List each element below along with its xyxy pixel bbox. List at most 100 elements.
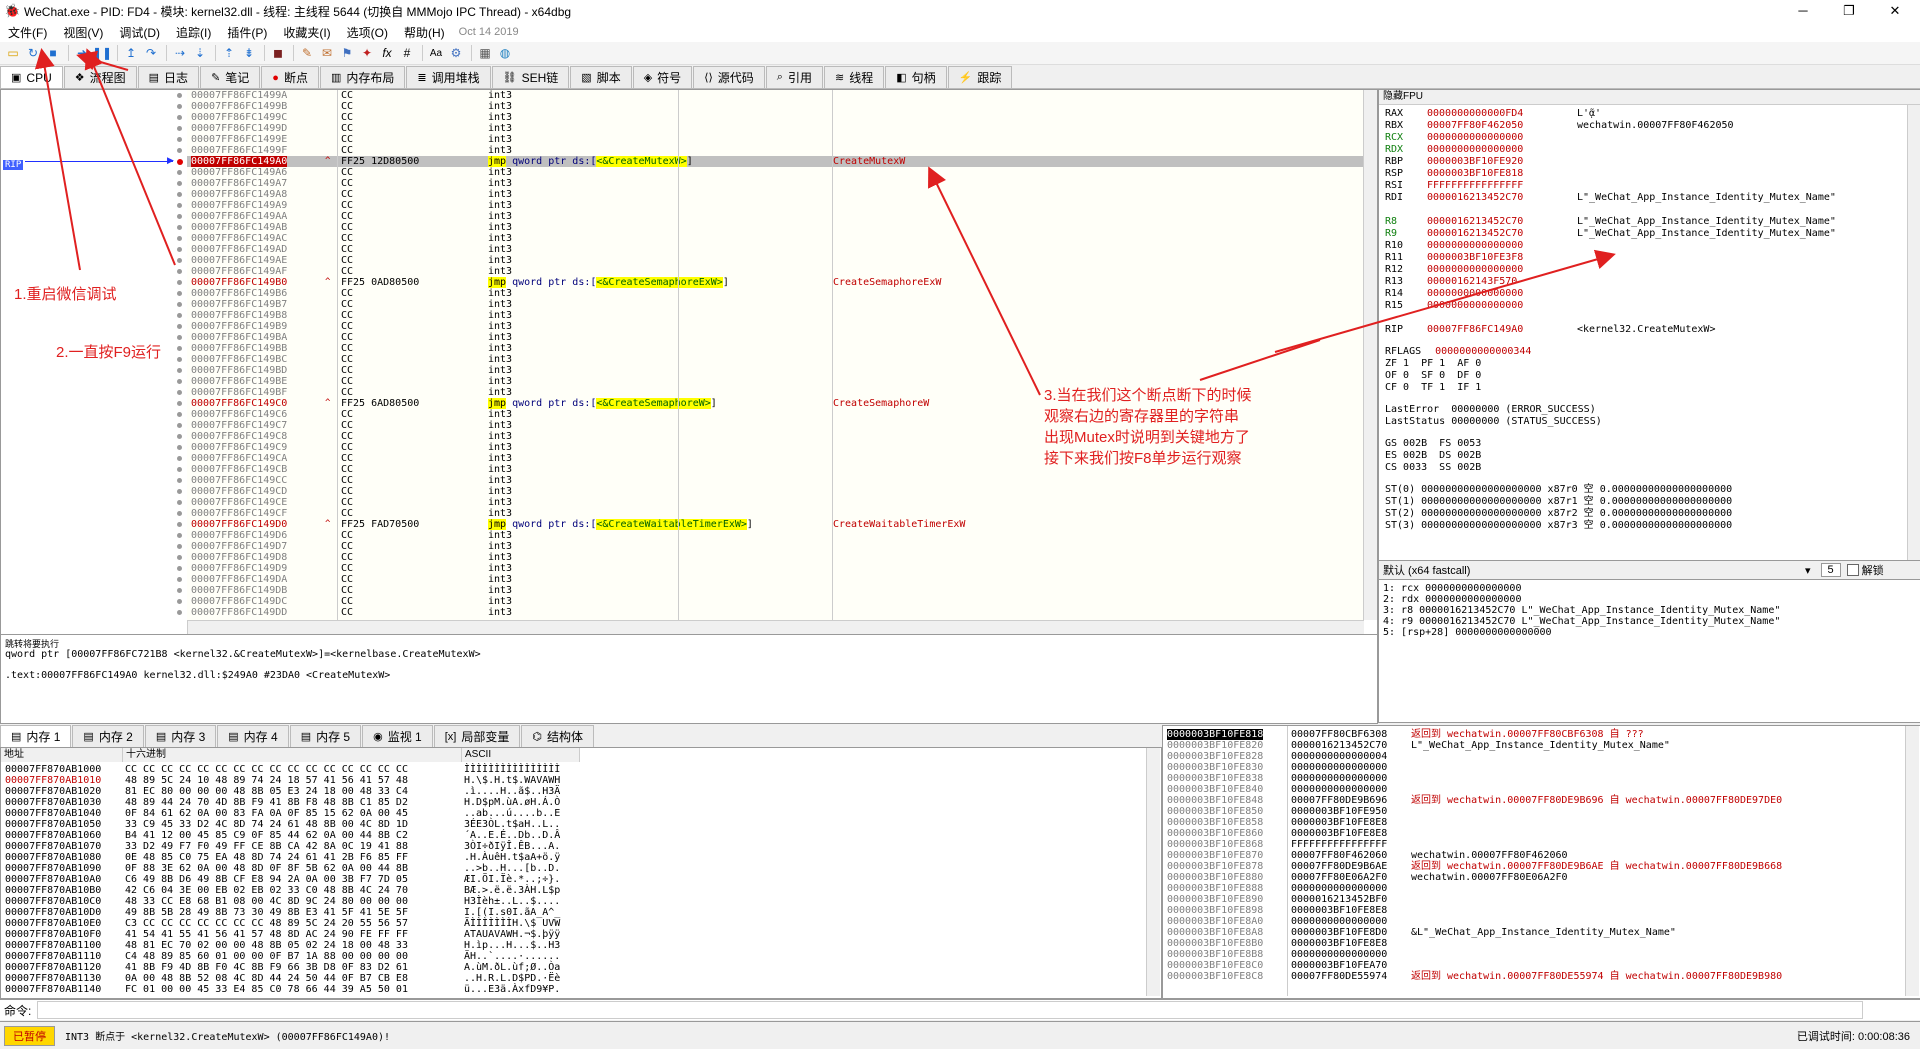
tab-memory-map[interactable]: ▥ 内存布局 — [319, 66, 406, 88]
register-row[interactable]: R12 0000000000000000 — [1385, 264, 1577, 275]
dump-hex[interactable]: 48 81 EC 70 02 00 00 48 8B 05 02 24 18 0… — [125, 940, 408, 951]
flags-row[interactable]: OF 0 SF 0 DF 0 — [1385, 370, 1481, 381]
breakpoint-slot[interactable] — [177, 170, 182, 175]
dump-hex[interactable]: 0F 88 3E 62 0A 00 48 8D 0F 8F 5B 62 0A 0… — [125, 863, 408, 874]
tab-seh[interactable]: ⛓ SEH链 — [491, 66, 570, 88]
disasm-row[interactable]: 00007FF86FC149A6 CC int3 — [187, 167, 1363, 178]
disasm-row[interactable]: 00007FF86FC1499A CC int3 — [187, 90, 1363, 101]
breakpoint-slot[interactable] — [177, 412, 182, 417]
disasm-row[interactable]: 00007FF86FC149DD CC int3 — [187, 607, 1363, 618]
disasm-row[interactable]: 00007FF86FC149AD CC int3 — [187, 244, 1363, 255]
disasm-row[interactable]: 00007FF86FC1499C CC int3 — [187, 112, 1363, 123]
dump-ascii[interactable]: ÆI.ÖI.Ïè.*..;÷}. — [464, 874, 560, 885]
disasm-row[interactable]: 00007FF86FC149B0 ^ FF25 0AD80500 jmp qword … — [187, 277, 1363, 288]
argument-row[interactable]: 1: rcx 0000000000000000 — [1383, 583, 1521, 594]
stack-value[interactable]: 00007FF80DE9B6AE — [1291, 861, 1387, 872]
run-icon[interactable]: ➜ — [73, 44, 91, 62]
stack-value[interactable]: 00007FF80DE55974 — [1291, 971, 1387, 982]
stack-value[interactable]: 0000000000000000 — [1291, 916, 1387, 927]
dump-ascii[interactable]: BÆ.>.ë.ë.3ÀH.L$p — [464, 885, 560, 896]
dump-tab[interactable]: ▤ 内存 3 — [144, 725, 217, 747]
menu-options[interactable]: 选项(O) — [339, 24, 396, 41]
dump-ascii[interactable]: ..>b..H...[b..D. — [464, 863, 560, 874]
breakpoint-slot[interactable] — [177, 368, 182, 373]
disasm-row[interactable]: 00007FF86FC149BA CC int3 — [187, 332, 1363, 343]
register-row[interactable]: RAX 0000000000000FD4 L'ᾷ' — [1385, 108, 1601, 119]
disasm-row[interactable]: 00007FF86FC149CC CC int3 — [187, 475, 1363, 486]
fpu-row[interactable]: ST(0) 00000000000000000000 x87r0 空 0.000… — [1385, 484, 1732, 495]
breakpoint-slot[interactable] — [177, 346, 182, 351]
unlock-checkbox[interactable] — [1846, 564, 1859, 576]
breakpoint-slot[interactable] — [177, 93, 182, 98]
stack-value[interactable]: 0000003BF10FE8E8 — [1291, 938, 1387, 949]
dump-ascii[interactable]: H.\$.H.t$.WAVAWH — [464, 775, 560, 786]
tab-script[interactable]: ▧ 脚本 — [570, 66, 632, 88]
fpu-row[interactable]: ST(3) 00000000000000000000 x87r3 空 0.000… — [1385, 520, 1732, 531]
disasm-row[interactable]: 00007FF86FC149AE CC int3 — [187, 255, 1363, 266]
disasm-row[interactable]: 00007FF86FC149B7 CC int3 — [187, 299, 1363, 310]
dump-hex[interactable]: C6 49 8B D6 49 8B CF E8 94 2A 0A 00 3B F… — [125, 874, 408, 885]
breakpoint-slot[interactable] — [177, 192, 182, 197]
stop-icon[interactable]: ■ — [44, 44, 62, 62]
dump-ascii[interactable]: ..ab...ú....b..E — [464, 808, 560, 819]
breakpoint-slot[interactable] — [177, 280, 182, 285]
stack-value[interactable]: 0000003BF10FE8E8 — [1291, 905, 1387, 916]
dump-ascii[interactable]: ÄH..`....·...... — [464, 951, 560, 962]
font-icon[interactable]: Aa — [427, 44, 445, 62]
menu-debug[interactable]: 调试(D) — [111, 24, 168, 41]
dump-hex[interactable]: 0E 48 85 C0 75 EA 48 8D 74 24 61 41 2B F… — [125, 852, 408, 863]
register-row[interactable]: R13 00000162143F570 — [1385, 276, 1577, 287]
dump-tab[interactable]: ▤ 内存 2 — [72, 725, 144, 747]
menu-file[interactable]: 文件(F) — [0, 24, 55, 41]
dump-ascii[interactable]: 3ÉE3ÒL.t$aH..L.. — [464, 819, 560, 830]
disasm-row[interactable]: 00007FF86FC149A9 CC int3 — [187, 200, 1363, 211]
disasm-row[interactable]: 00007FF86FC149AF CC int3 — [187, 266, 1363, 277]
stack-value[interactable]: 0000003BF10FE8D0 — [1291, 927, 1387, 938]
dump-hex[interactable]: 49 8B 5B 28 49 8B 73 30 49 8B E3 41 5F 4… — [125, 907, 408, 918]
register-row[interactable]: RIP 00007FF86FC149A0 <kernel32.CreateMutex… — [1385, 324, 1715, 335]
disasm-row[interactable]: 00007FF86FC149BB CC int3 — [187, 343, 1363, 354]
disasm-row[interactable]: 00007FF86FC149D6 CC int3 — [187, 530, 1363, 541]
disasm-row[interactable]: 00007FF86FC149DB CC int3 — [187, 585, 1363, 596]
breakpoint-slot[interactable] — [177, 181, 182, 186]
disasm-row[interactable]: 00007FF86FC149AB CC int3 — [187, 222, 1363, 233]
argument-row[interactable]: 5: [rsp+28] 0000000000000000 — [1383, 627, 1552, 638]
dump-tab[interactable]: ⌬ 结构体 — [521, 725, 594, 747]
dump-hex[interactable]: C4 48 89 85 60 01 00 00 0F B7 1A 88 00 0… — [125, 951, 408, 962]
disasm-row[interactable]: 00007FF86FC1499E CC int3 — [187, 134, 1363, 145]
disasm-row[interactable]: 00007FF86FC149BC CC int3 — [187, 354, 1363, 365]
step-into-icon[interactable]: ↥ — [122, 44, 140, 62]
run-to-user-code-icon[interactable]: ⇟ — [240, 44, 258, 62]
dump-hex[interactable]: B4 41 12 00 45 85 C9 0F 85 44 62 0A 00 4… — [125, 830, 408, 841]
argument-row[interactable]: 3: r8 0000016213452C70 L"_WeChat_App_Ins… — [1383, 605, 1780, 616]
dump-tab[interactable]: ▤ 内存 1 — [0, 725, 72, 747]
dump-hex[interactable]: 48 89 5C 24 10 48 89 74 24 18 57 41 56 4… — [125, 775, 408, 786]
argument-row[interactable]: 2: rdx 0000000000000000 — [1383, 594, 1521, 605]
register-row[interactable]: R11 0000003BF10FE3F8 — [1385, 252, 1577, 263]
disasm-row[interactable]: 00007FF86FC149DA CC int3 — [187, 574, 1363, 585]
menu-trace[interactable]: 追踪(I) — [168, 24, 219, 41]
disassembly-view[interactable]: 00007FF86FC1499A CC int3 00007FF86FC1499B CC… — [187, 90, 1363, 620]
tab-breakpoint[interactable]: ● 断点 — [261, 66, 319, 88]
menu-help[interactable]: 帮助(H) — [396, 24, 453, 41]
calling-convention[interactable]: 默认 (x64 fastcall) — [1383, 562, 1803, 578]
dump-ascii[interactable]: I.[(I.s0I.ãA_A^_ — [464, 907, 560, 918]
breakpoint-slot[interactable] — [177, 566, 182, 571]
breakpoint-slot[interactable] — [177, 434, 182, 439]
breakpoint-slot[interactable] — [177, 544, 182, 549]
breakpoint-slot[interactable] — [177, 137, 182, 142]
dump-ascii[interactable]: H.D$pM.ùA.øH.Á.Ò — [464, 797, 560, 808]
tab-source[interactable]: ⟨⟩ 源代码 — [693, 66, 765, 88]
disasm-row[interactable]: 00007FF86FC1499D CC int3 — [187, 123, 1363, 134]
fpu-row[interactable]: ST(1) 00000000000000000000 x87r1 空 0.000… — [1385, 496, 1732, 507]
dump-hex[interactable]: 81 EC 80 00 00 00 48 8B 05 E3 24 18 00 4… — [125, 786, 408, 797]
tab-callstack[interactable]: ≣ 调用堆栈 — [406, 66, 491, 88]
trace-into-icon[interactable]: ⇢ — [171, 44, 189, 62]
dump-ascii[interactable]: ü...E3ä.ÀxfD9¥P. — [464, 984, 560, 995]
breakpoint-slot[interactable] — [177, 313, 182, 318]
disasm-row[interactable]: 00007FF86FC149DC CC int3 — [187, 596, 1363, 607]
fpu-row[interactable]: ST(2) 00000000000000000000 x87r2 空 0.000… — [1385, 508, 1732, 519]
dump-hex[interactable]: CC CC CC CC CC CC CC CC CC CC CC CC CC C… — [125, 764, 408, 775]
tab-graph[interactable]: ❖ 流程图 — [63, 66, 137, 88]
stack-value[interactable]: 0000003BF10FE8E8 — [1291, 828, 1387, 839]
